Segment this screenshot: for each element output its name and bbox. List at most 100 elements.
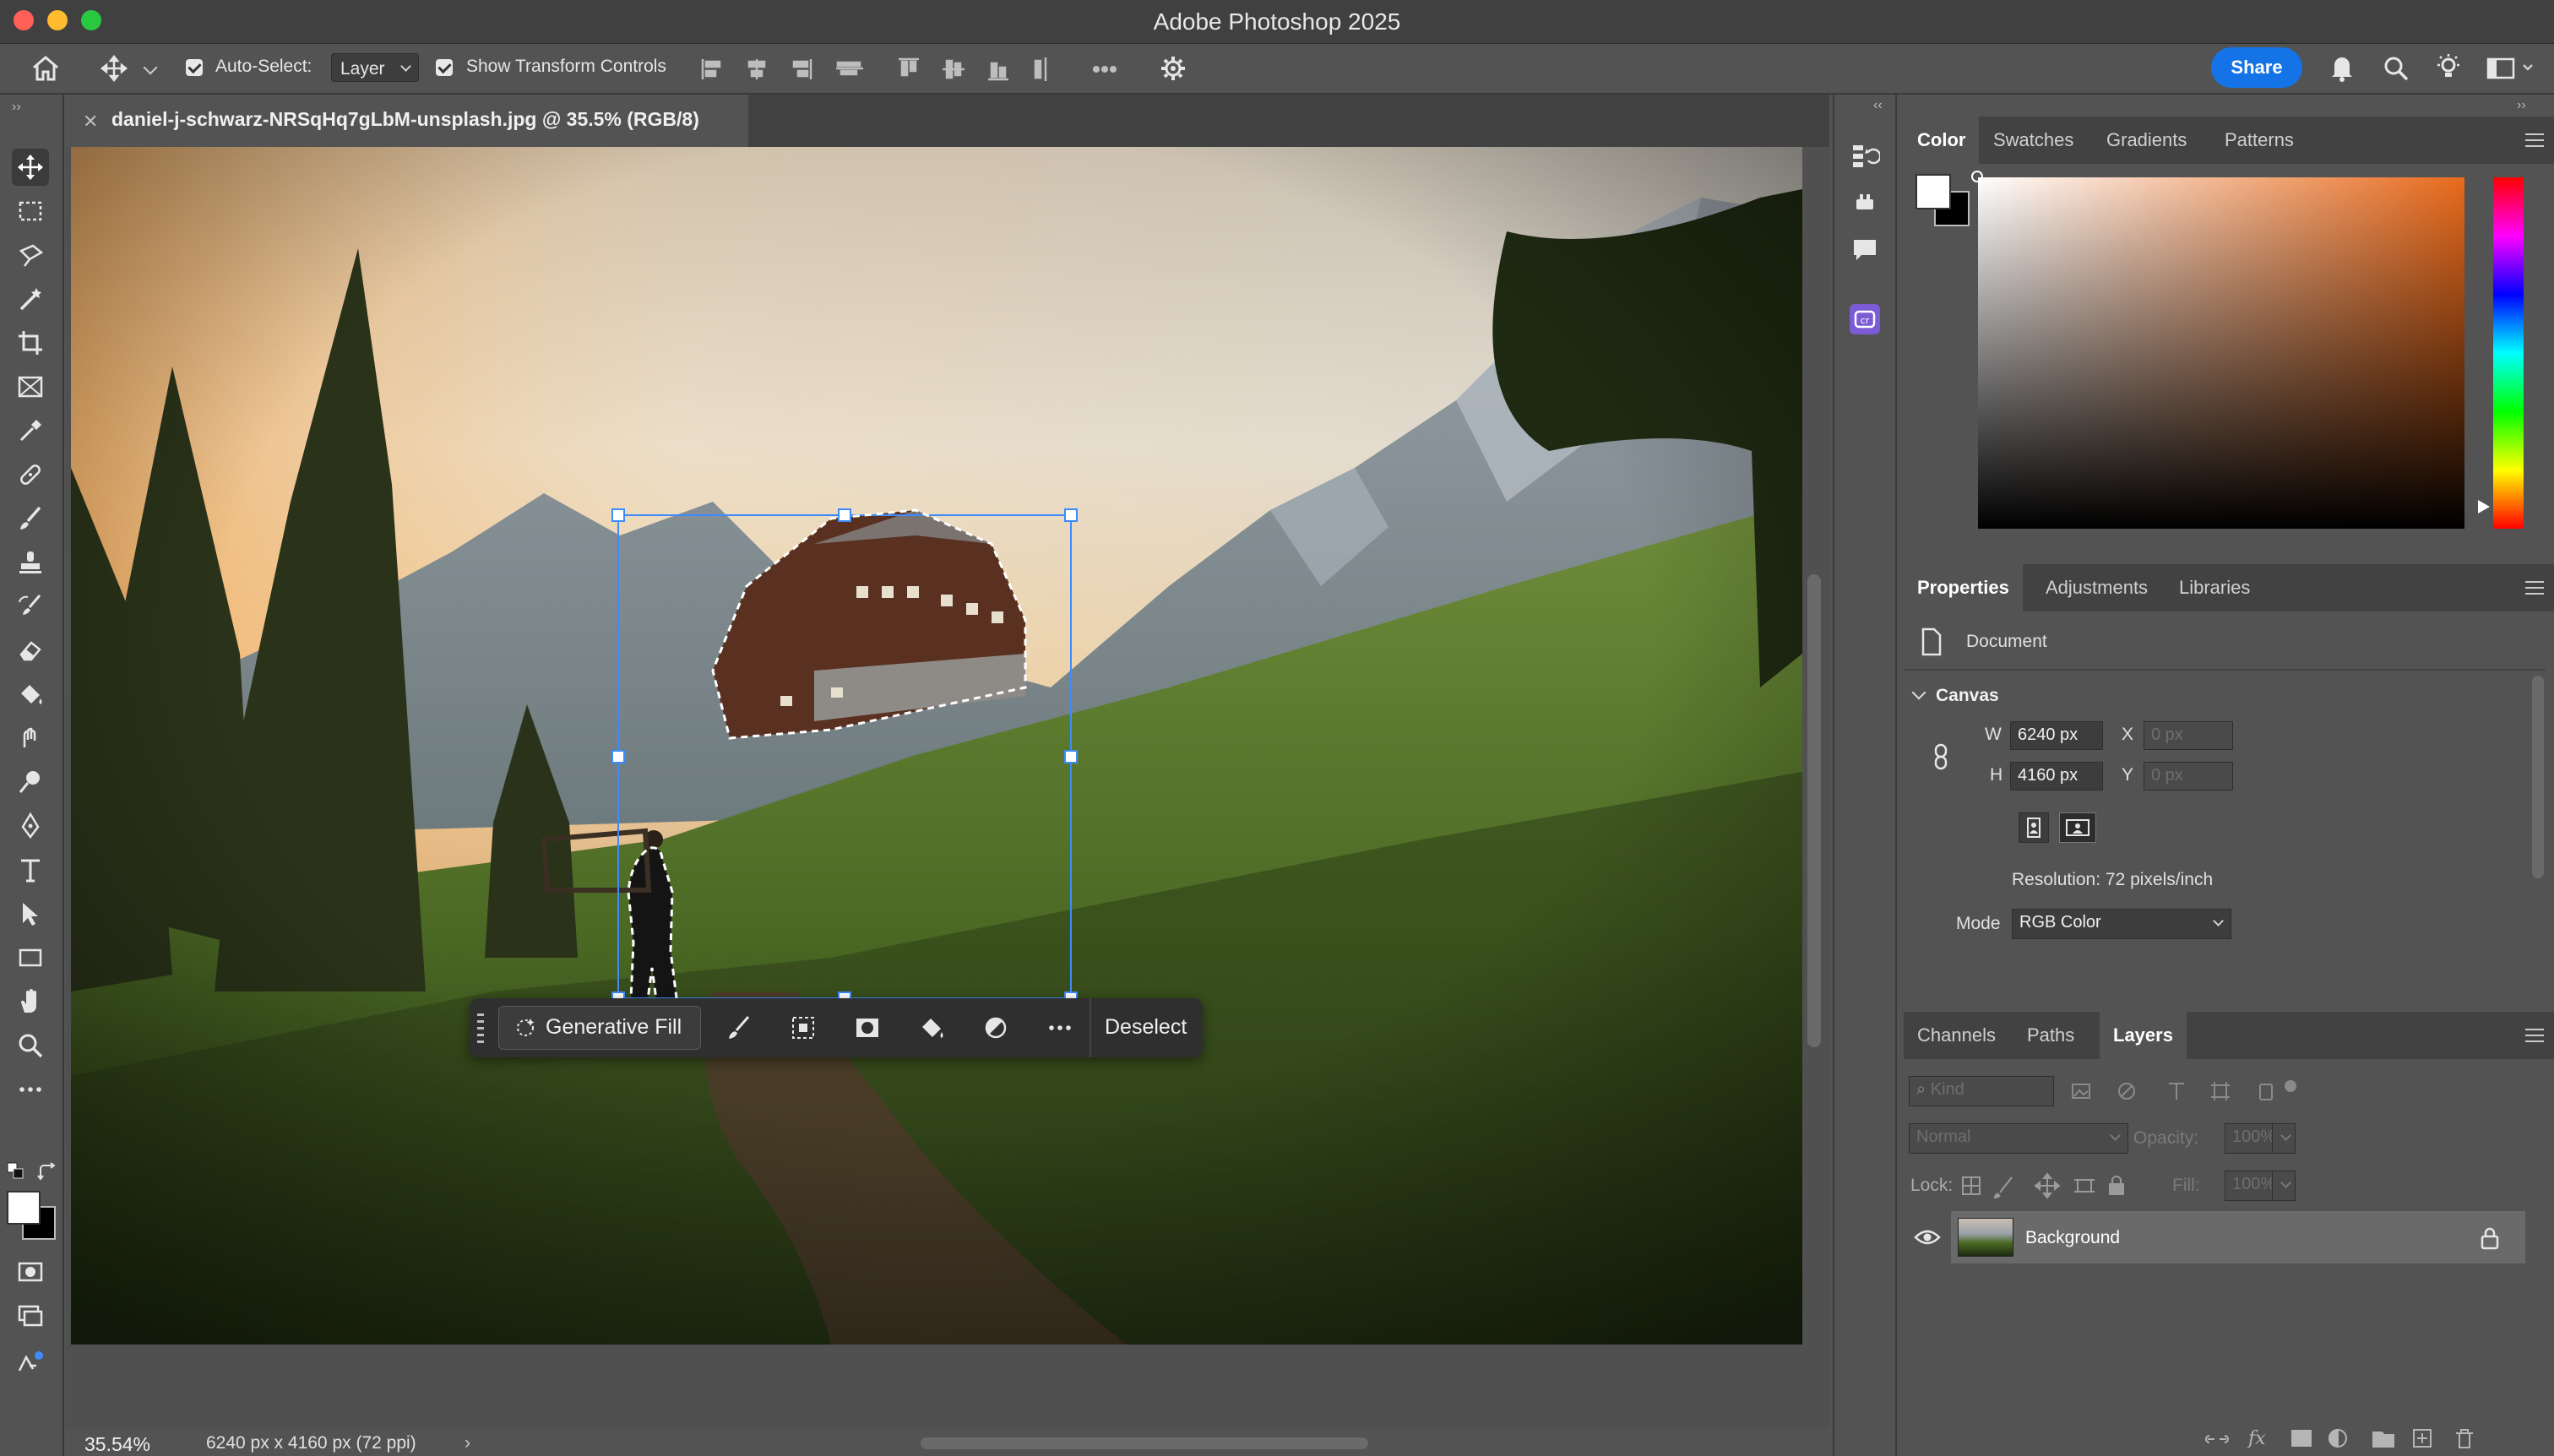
workspace-switcher-icon[interactable]	[2486, 56, 2537, 81]
show-transform-checkbox[interactable]	[436, 59, 453, 76]
blend-mode-dropdown[interactable]: Normal	[1909, 1123, 2128, 1154]
hue-slider-handle[interactable]	[2478, 500, 2490, 513]
paint-bucket-tool-icon[interactable]	[12, 676, 49, 713]
width-field[interactable]: 6240 px	[2010, 721, 2103, 750]
default-colors-icon[interactable]	[7, 1162, 25, 1181]
tab-channels[interactable]: Channels	[1917, 1012, 1996, 1059]
lightbulb-icon[interactable]	[2434, 52, 2464, 84]
tab-properties[interactable]: Properties	[1904, 564, 2023, 611]
deselect-button[interactable]: Deselect	[1105, 1015, 1187, 1040]
move-tool-preset-icon[interactable]	[100, 54, 130, 84]
smudge-tool-icon[interactable]	[12, 720, 49, 757]
transform-selection-icon[interactable]	[789, 1013, 818, 1042]
bell-icon[interactable]	[2328, 52, 2358, 84]
clone-stamp-tool-icon[interactable]	[12, 544, 49, 581]
brush-tool-icon[interactable]	[12, 500, 49, 537]
eyedropper-tool-icon[interactable]	[12, 412, 49, 449]
quick-mask-icon[interactable]	[12, 1253, 49, 1290]
history-brush-tool-icon[interactable]	[12, 588, 49, 625]
move-tool-icon[interactable]	[12, 149, 49, 186]
layer-filter-icons[interactable]	[2069, 1078, 2306, 1105]
color-picker-handle[interactable]	[1971, 171, 1983, 182]
panel-menu-icon[interactable]	[2525, 133, 2544, 147]
pen-tool-icon[interactable]	[12, 807, 49, 845]
tab-paths[interactable]: Paths	[2027, 1012, 2074, 1059]
hand-tool-icon[interactable]	[12, 983, 49, 1020]
portrait-orientation-icon[interactable]	[2019, 812, 2049, 843]
zoom-level[interactable]: 35.54%	[84, 1433, 150, 1456]
dodge-tool-icon[interactable]	[12, 763, 49, 801]
tab-swatches[interactable]: Swatches	[1993, 117, 2073, 164]
tab-color[interactable]: Color	[1904, 117, 1980, 164]
opacity-dropdown[interactable]	[2272, 1123, 2296, 1154]
comments-panel-icon[interactable]	[1850, 235, 1880, 265]
panel-menu-icon[interactable]	[2525, 581, 2544, 595]
swap-colors-icon[interactable]	[37, 1162, 57, 1182]
mode-dropdown[interactable]: RGB Color	[2012, 909, 2231, 939]
eraser-tool-icon[interactable]	[12, 632, 49, 669]
hue-slider[interactable]	[2493, 177, 2524, 529]
type-tool-icon[interactable]	[12, 851, 49, 888]
landscape-orientation-icon[interactable]	[2059, 812, 2096, 843]
tab-patterns[interactable]: Patterns	[2225, 117, 2294, 164]
close-icon[interactable]: ✕	[83, 111, 98, 133]
path-selection-tool-icon[interactable]	[12, 895, 49, 932]
mode-value: RGB Color	[2019, 913, 2101, 932]
history-panel-icon[interactable]	[1850, 140, 1882, 171]
search-icon[interactable]	[2382, 54, 2412, 84]
tab-libraries[interactable]: Libraries	[2179, 564, 2250, 611]
link-icon[interactable]	[1931, 740, 1951, 774]
tab-gradients[interactable]: Gradients	[2106, 117, 2187, 164]
marquee-tool-icon[interactable]	[12, 193, 49, 230]
zoom-tool-icon[interactable]	[12, 1027, 49, 1064]
gear-icon[interactable]	[1159, 54, 1189, 84]
tab-adjustments[interactable]: Adjustments	[2046, 564, 2148, 611]
x-field[interactable]: 0 px	[2144, 721, 2233, 750]
chevron-right-icon[interactable]: ›	[465, 1433, 470, 1453]
plugins-panel-icon[interactable]	[1850, 187, 1880, 218]
screen-mode-icon[interactable]	[12, 1297, 49, 1334]
foreground-color-swatch[interactable]	[7, 1191, 41, 1225]
mask-icon[interactable]	[853, 1013, 882, 1042]
show-transform-label: Show Transform Controls	[466, 57, 666, 76]
foreground-color-chip[interactable]	[1916, 174, 1951, 209]
frame-tool-icon[interactable]	[12, 368, 49, 405]
drag-handle-icon[interactable]	[476, 1010, 485, 1047]
color-panel-header: Color Swatches Gradients Patterns	[1904, 117, 2554, 164]
more-options-icon[interactable]	[1046, 1013, 1074, 1042]
document-size-info[interactable]: 6240 px x 4160 px (72 ppi)	[206, 1433, 416, 1453]
horizontal-scrollbar[interactable]	[921, 1437, 1368, 1449]
properties-scrollbar[interactable]	[2532, 676, 2544, 878]
share-button[interactable]: Share	[2211, 47, 2302, 88]
magic-wand-tool-icon[interactable]	[12, 280, 49, 318]
lasso-tool-icon[interactable]	[12, 236, 49, 274]
fill-dropdown[interactable]	[2272, 1171, 2296, 1201]
eye-icon[interactable]	[1914, 1225, 1941, 1250]
healing-brush-tool-icon[interactable]	[12, 456, 49, 493]
fill-selection-icon[interactable]	[917, 1013, 946, 1042]
panel-menu-icon[interactable]	[2525, 1029, 2544, 1042]
collapse-right-panels-icon[interactable]: ››	[2517, 98, 2526, 113]
vertical-scrollbar[interactable]	[1807, 574, 1821, 1047]
color-field[interactable]	[1978, 177, 2464, 529]
crop-tool-icon[interactable]	[12, 324, 49, 361]
adjustment-layer-icon[interactable]	[981, 1013, 1010, 1042]
document-canvas[interactable]	[71, 147, 1802, 1345]
y-field[interactable]: 0 px	[2144, 762, 2233, 790]
layer-kind-filter[interactable]: ⌕ Kind	[1909, 1076, 2054, 1106]
height-field[interactable]: 4160 px	[2010, 762, 2103, 790]
content-credentials-icon[interactable]: cr	[1850, 304, 1880, 334]
auto-select-checkbox[interactable]	[186, 59, 203, 76]
lock-icon[interactable]	[2480, 1226, 2500, 1250]
tab-layers[interactable]: Layers	[2100, 1012, 2187, 1059]
lock-option-icons[interactable]	[1959, 1172, 2128, 1199]
home-icon[interactable]	[30, 54, 64, 84]
auto-select-dropdown[interactable]: Layer	[331, 53, 419, 82]
collapse-panels-icon[interactable]: ‹‹	[1873, 98, 1883, 113]
layers-footer-icons: fx	[2204, 1424, 2508, 1453]
rectangle-tool-icon[interactable]	[12, 939, 49, 976]
generative-ai-icon[interactable]	[12, 1345, 49, 1382]
modify-selection-brush-icon[interactable]	[725, 1013, 753, 1042]
collapse-toolbar-icon[interactable]: ››	[12, 100, 21, 115]
more-tools-icon[interactable]	[12, 1071, 49, 1108]
